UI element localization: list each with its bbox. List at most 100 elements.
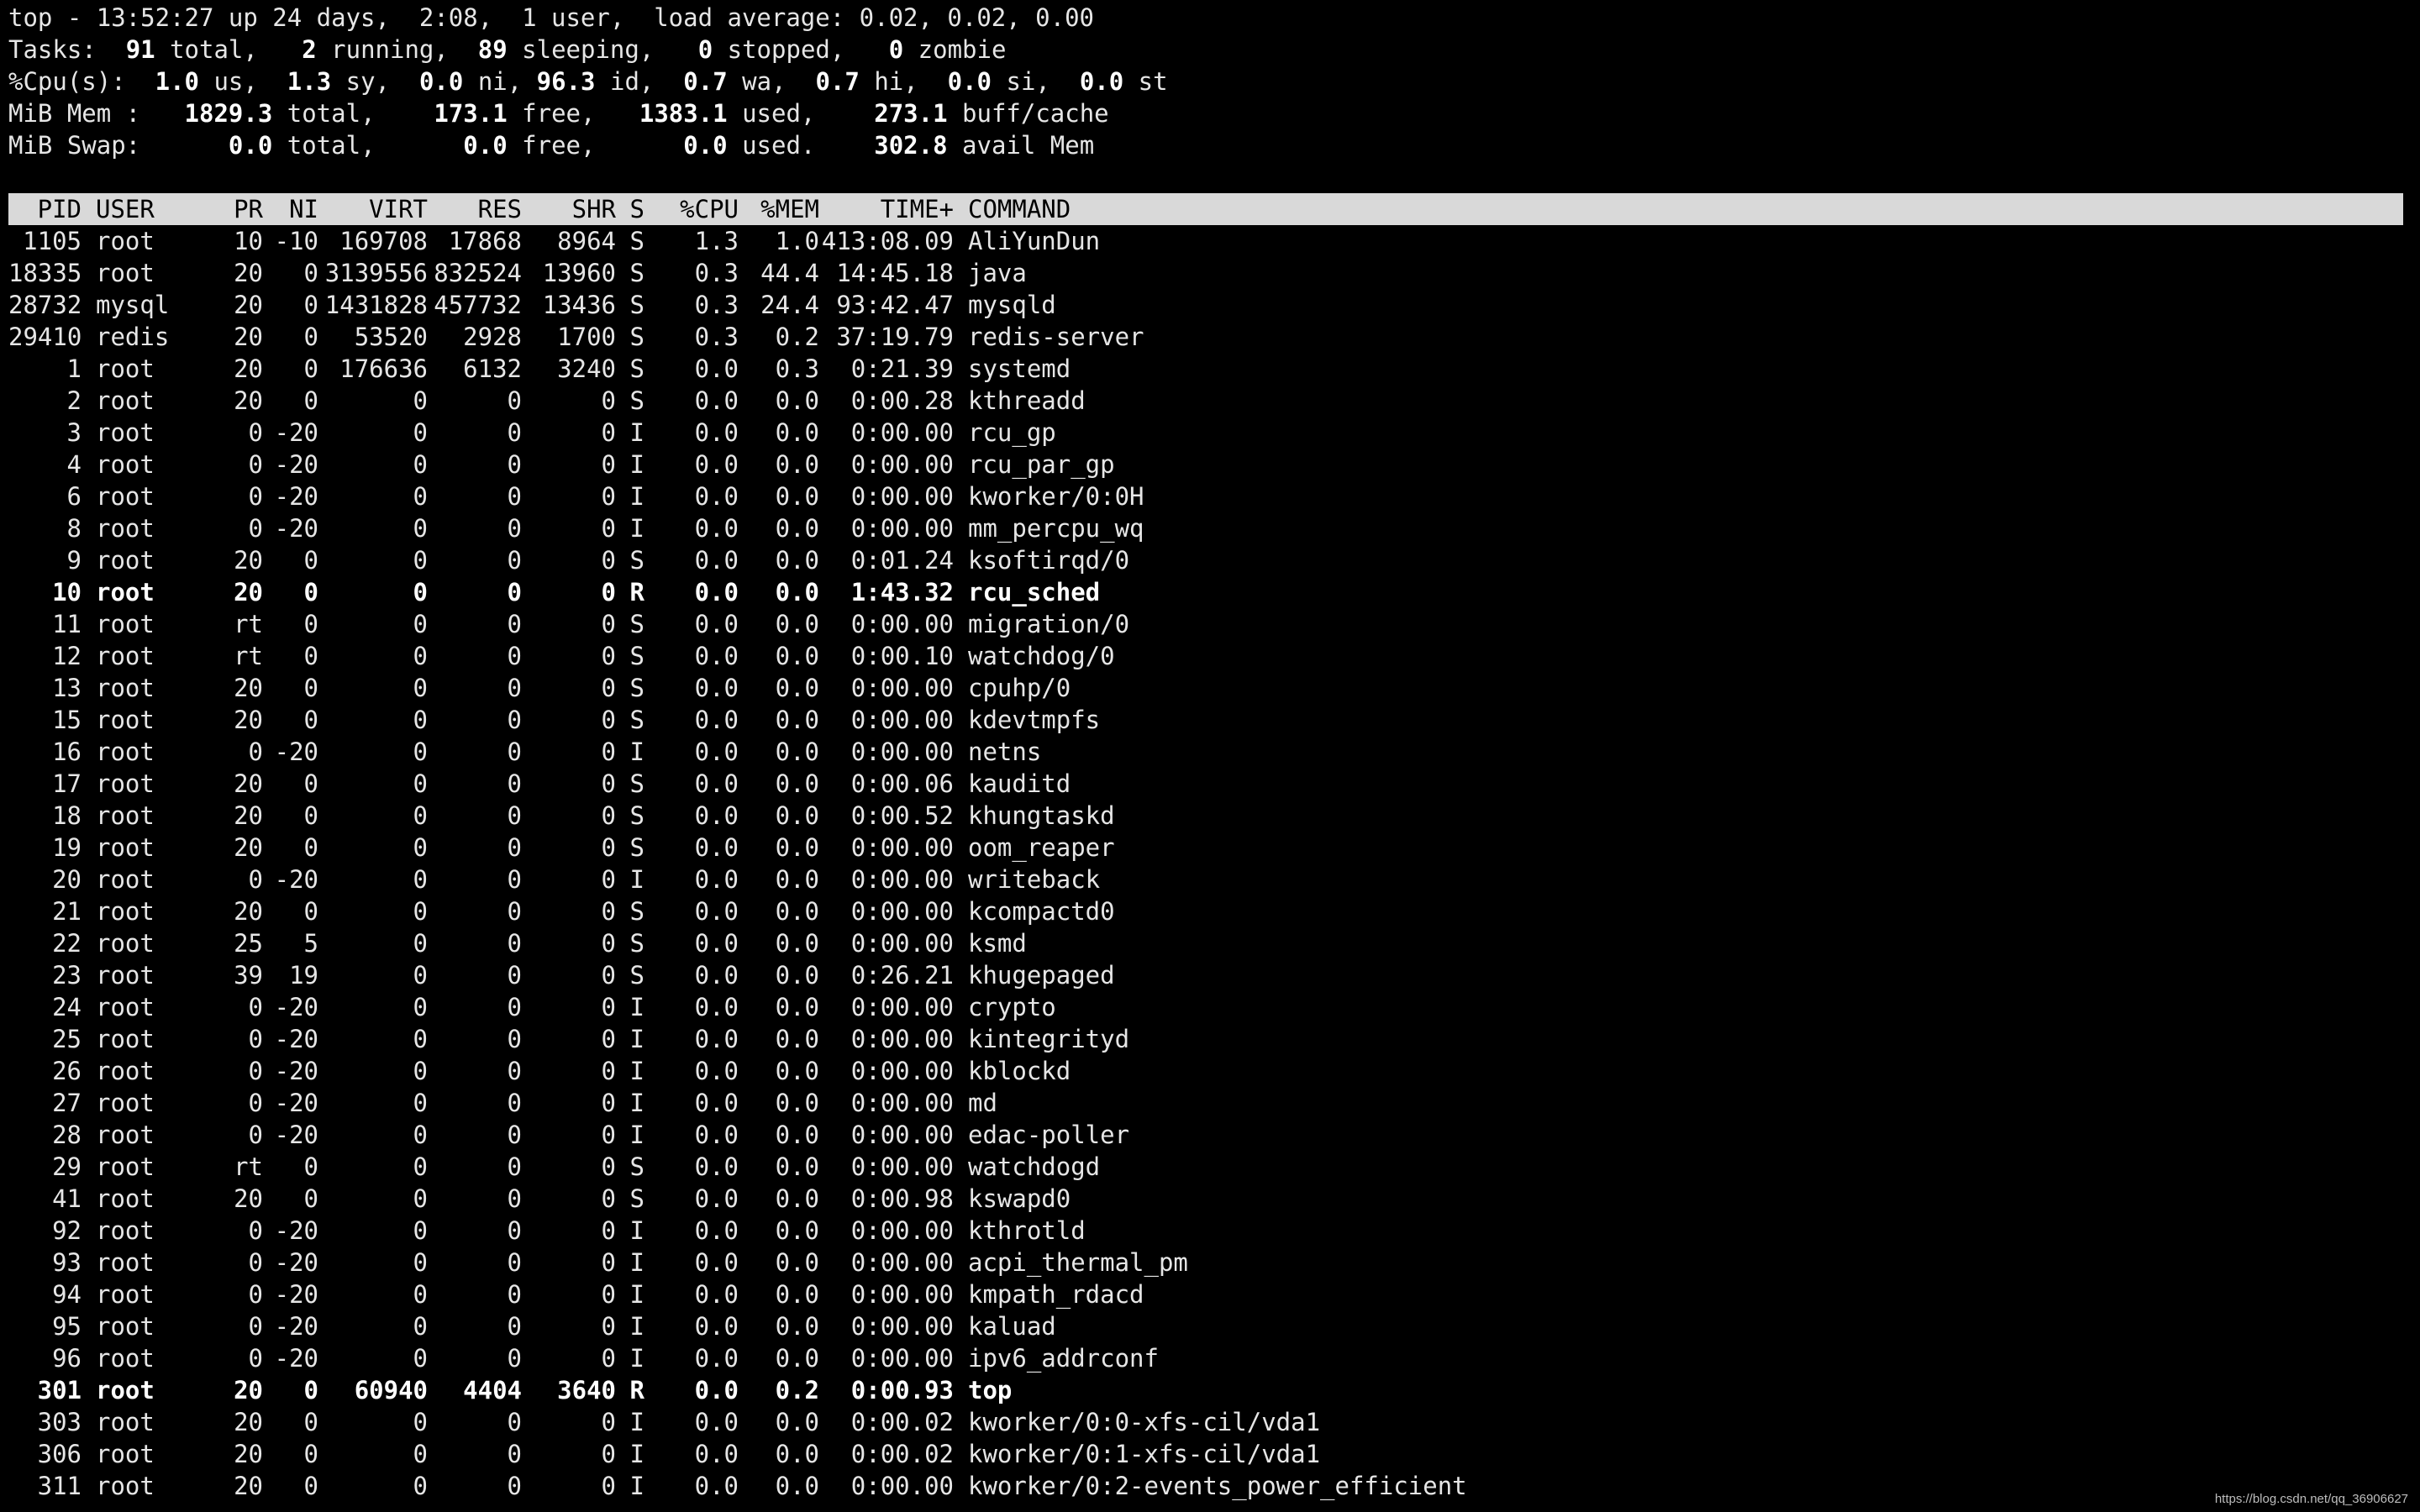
process-row[interactable]: 11 root rt 0 0 0 0 S 0.0 0.0 0:00.00 migration/0 bbox=[0, 608, 2420, 640]
state-cell: R bbox=[629, 578, 644, 606]
process-row[interactable]: 9 root 20 0 0 0 0 S 0.0 0.0 0:01.24 ksoftirqd/0 bbox=[0, 544, 2420, 576]
process-row[interactable]: 2 root 20 0 0 0 0 S 0.0 0.0 0:00.28 kthreadd bbox=[0, 385, 2420, 417]
mem-cell: 0.0 bbox=[775, 1312, 819, 1341]
res-cell: 0 bbox=[507, 482, 522, 511]
process-row[interactable]: 21 root 20 0 0 0 0 S 0.0 0.0 0:00.00 kcompactd0 bbox=[0, 895, 2420, 927]
command-cell: netns bbox=[968, 738, 1042, 766]
process-row[interactable]: 12 root rt 0 0 0 0 S 0.0 0.0 0:00.10 watchdog/0 bbox=[0, 640, 2420, 672]
shr-cell: 0 bbox=[601, 450, 616, 479]
state-cell: I bbox=[629, 482, 644, 511]
process-row[interactable]: 18335 root 20 0 3139556 832524 13960 S 0.3 44.4 14… bbox=[0, 257, 2420, 289]
process-row[interactable]: 19 root 20 0 0 0 0 S 0.0 0.0 0:00.00 oom_reaper bbox=[0, 832, 2420, 864]
virt-cell: 0 bbox=[413, 1184, 428, 1213]
process-row[interactable]: 15 root 20 0 0 0 0 S 0.0 0.0 0:00.00 kdevtmpfs bbox=[0, 704, 2420, 736]
nice-cell: 0 bbox=[303, 769, 318, 798]
state-cell: S bbox=[629, 769, 644, 798]
virt-cell: 0 bbox=[413, 1408, 428, 1436]
process-row[interactable]: 306 root 20 0 0 0 0 I 0.0 0.0 0:00.02 kworker/0:1-x… bbox=[0, 1438, 2420, 1470]
mem-cell: 0.0 bbox=[775, 801, 819, 830]
process-row[interactable]: 29410 redis 20 0 53520 2928 1700 S 0.3 0.2 37:19.7… bbox=[0, 321, 2420, 353]
process-row[interactable]: 26 root 0 -20 0 0 0 I 0.0 0.0 0:00.00 kblockd bbox=[0, 1055, 2420, 1087]
process-row[interactable]: 4 root 0 -20 0 0 0 I 0.0 0.0 0:00.00 rcu_par_gp bbox=[0, 449, 2420, 480]
user-cell: root bbox=[96, 418, 155, 447]
nice-cell: 0 bbox=[303, 642, 318, 670]
process-row[interactable]: 6 root 0 -20 0 0 0 I 0.0 0.0 0:00.00 kworker/0:0H bbox=[0, 480, 2420, 512]
user-cell: root bbox=[96, 1312, 155, 1341]
priority-cell: 20 bbox=[234, 259, 263, 287]
virt-cell: 0 bbox=[413, 1025, 428, 1053]
virt-cell: 0 bbox=[413, 642, 428, 670]
process-row[interactable]: 17 root 20 0 0 0 0 S 0.0 0.0 0:00.06 kauditd bbox=[0, 768, 2420, 800]
process-row[interactable]: 311 root 20 0 0 0 0 I 0.0 0.0 0:00.00 kworker/0:2-e… bbox=[0, 1470, 2420, 1502]
process-row[interactable]: 94 root 0 -20 0 0 0 I 0.0 0.0 0:00.00 kmpath_rdacd bbox=[0, 1278, 2420, 1310]
shr-cell: 13436 bbox=[542, 291, 616, 319]
process-row[interactable]: 22 root 25 5 0 0 0 S 0.0 0.0 0:00.00 ksmd bbox=[0, 927, 2420, 959]
process-row[interactable]: 23 root 39 19 0 0 0 S 0.0 0.0 0:26.21 khugepaged bbox=[0, 959, 2420, 991]
res-cell: 0 bbox=[507, 1025, 522, 1053]
pid-cell: 29 bbox=[52, 1152, 82, 1181]
command-cell: kblockd bbox=[968, 1057, 1071, 1085]
state-cell: I bbox=[629, 1408, 644, 1436]
process-row[interactable]: 93 root 0 -20 0 0 0 I 0.0 0.0 0:00.00 acpi_thermal_… bbox=[0, 1247, 2420, 1278]
state-cell: I bbox=[629, 514, 644, 543]
process-row[interactable]: 41 root 20 0 0 0 0 S 0.0 0.0 0:00.98 kswapd0 bbox=[0, 1183, 2420, 1215]
state-cell: I bbox=[629, 1472, 644, 1500]
shr-cell: 0 bbox=[601, 1440, 616, 1468]
process-row[interactable]: 3 root 0 -20 0 0 0 I 0.0 0.0 0:00.00 rcu_gp bbox=[0, 417, 2420, 449]
command-cell: kswapd0 bbox=[968, 1184, 1071, 1213]
priority-cell: 20 bbox=[234, 323, 263, 351]
process-row[interactable]: 13 root 20 0 0 0 0 S 0.0 0.0 0:00.00 cpuhp/0 bbox=[0, 672, 2420, 704]
res-cell: 832524 bbox=[434, 259, 522, 287]
process-row[interactable]: 20 root 0 -20 0 0 0 I 0.0 0.0 0:00.00 writeback bbox=[0, 864, 2420, 895]
mem-cell: 0.0 bbox=[775, 450, 819, 479]
pid-cell: 18 bbox=[52, 801, 82, 830]
time-cell: 14:45.18 bbox=[836, 259, 954, 287]
priority-cell: 20 bbox=[234, 386, 263, 415]
user-cell: root bbox=[96, 897, 155, 926]
process-row[interactable]: 92 root 0 -20 0 0 0 I 0.0 0.0 0:00.00 kthrotld bbox=[0, 1215, 2420, 1247]
process-row[interactable]: 303 root 20 0 0 0 0 I 0.0 0.0 0:00.02 kworker/0:0-x… bbox=[0, 1406, 2420, 1438]
virt-cell: 0 bbox=[413, 1152, 428, 1181]
process-row[interactable]: 95 root 0 -20 0 0 0 I 0.0 0.0 0:00.00 kaluad bbox=[0, 1310, 2420, 1342]
nice-cell: 0 bbox=[303, 1152, 318, 1181]
res-cell: 0 bbox=[507, 1121, 522, 1149]
process-row[interactable]: 28732 mysql 20 0 1431828 457732 13436 S 0.3 24.4 9… bbox=[0, 289, 2420, 321]
terminal-window[interactable]: top - 13:52:27 up 24 days, 2:08, 1 user,… bbox=[0, 2, 2420, 1502]
nice-cell: 0 bbox=[303, 546, 318, 575]
priority-cell: 20 bbox=[234, 769, 263, 798]
cpu-cell: 0.0 bbox=[694, 1057, 739, 1085]
process-row[interactable]: 301 root 20 0 60940 4404 3640 R 0.0 0.2 0:00.93 top bbox=[0, 1374, 2420, 1406]
virt-cell: 0 bbox=[413, 450, 428, 479]
process-row[interactable]: 1105 root 10 -10 169708 17868 8964 S 1.3 1.0 413:0… bbox=[0, 225, 2420, 257]
nice-cell: -20 bbox=[274, 993, 318, 1021]
state-cell: I bbox=[629, 1280, 644, 1309]
res-cell: 0 bbox=[507, 929, 522, 958]
process-row[interactable]: 96 root 0 -20 0 0 0 I 0.0 0.0 0:00.00 ipv6_addrconf bbox=[0, 1342, 2420, 1374]
process-row[interactable]: 24 root 0 -20 0 0 0 I 0.0 0.0 0:00.00 crypto bbox=[0, 991, 2420, 1023]
process-row[interactable]: 27 root 0 -20 0 0 0 I 0.0 0.0 0:00.00 md bbox=[0, 1087, 2420, 1119]
cpu-cell: 0.3 bbox=[694, 323, 739, 351]
mem-cell: 0.0 bbox=[775, 1408, 819, 1436]
process-row[interactable]: 8 root 0 -20 0 0 0 I 0.0 0.0 0:00.00 mm_percpu_wq bbox=[0, 512, 2420, 544]
user-cell: root bbox=[96, 833, 155, 862]
virt-cell: 0 bbox=[413, 578, 428, 606]
process-row[interactable]: 29 root rt 0 0 0 0 S 0.0 0.0 0:00.00 watchdogd bbox=[0, 1151, 2420, 1183]
priority-cell: 20 bbox=[234, 1408, 263, 1436]
process-row[interactable]: 28 root 0 -20 0 0 0 I 0.0 0.0 0:00.00 edac-poller bbox=[0, 1119, 2420, 1151]
shr-cell: 3640 bbox=[557, 1376, 616, 1404]
cpu-cell: 0.0 bbox=[694, 1472, 739, 1500]
res-cell: 0 bbox=[507, 450, 522, 479]
nice-cell: -10 bbox=[274, 227, 318, 255]
process-row[interactable]: 10 root 20 0 0 0 0 R 0.0 0.0 1:43.32 rcu_sched bbox=[0, 576, 2420, 608]
process-row[interactable]: 18 root 20 0 0 0 0 S 0.0 0.0 0:00.52 khungtaskd bbox=[0, 800, 2420, 832]
nice-cell: 0 bbox=[303, 610, 318, 638]
process-row[interactable]: 1 root 20 0 176636 6132 3240 S 0.0 0.3 0:21.39 syst… bbox=[0, 353, 2420, 385]
process-row[interactable]: 16 root 0 -20 0 0 0 I 0.0 0.0 0:00.00 netns bbox=[0, 736, 2420, 768]
mem-cell: 44.4 bbox=[760, 259, 819, 287]
process-row[interactable]: 25 root 0 -20 0 0 0 I 0.0 0.0 0:00.00 kintegrityd bbox=[0, 1023, 2420, 1055]
pid-cell: 93 bbox=[52, 1248, 82, 1277]
cpu-cell: 0.0 bbox=[694, 1344, 739, 1373]
priority-cell: 0 bbox=[248, 482, 263, 511]
pid-cell: 23 bbox=[52, 961, 82, 990]
state-cell: S bbox=[629, 929, 644, 958]
